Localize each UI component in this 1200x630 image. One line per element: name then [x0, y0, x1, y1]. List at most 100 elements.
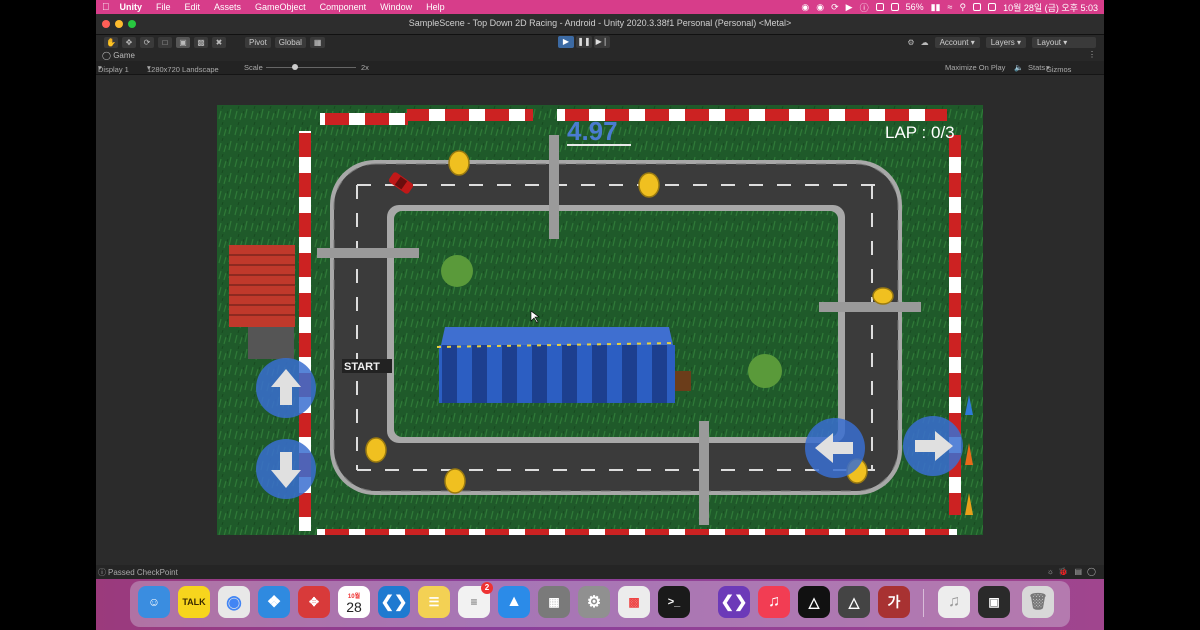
game-canvas[interactable]: START 4.97 LAP: 0/3 [217, 105, 983, 535]
keyboard-icon[interactable] [875, 3, 884, 11]
music-icon[interactable]: ♫ [758, 586, 790, 618]
transform-tool-icon[interactable]: ▩ [194, 37, 208, 48]
scale-slider-knob[interactable] [292, 64, 298, 70]
dictionary-icon[interactable]: 가 [878, 586, 910, 618]
pause-button[interactable]: ❚❚ [576, 36, 592, 48]
menu-window[interactable]: Window [380, 2, 412, 12]
scale-slider-track[interactable] [266, 67, 356, 68]
search-icon[interactable]: ⚲ [959, 2, 966, 13]
reminders-icon[interactable]: ≡ 2 [458, 582, 493, 618]
global-toggle[interactable]: Global [274, 37, 306, 48]
progress-icon: ☼ [1046, 567, 1054, 576]
resolution-label: 1280x720 Landscape [147, 65, 219, 74]
custom-tool-icon[interactable]: ✖ [212, 37, 226, 48]
hand-tool-icon[interactable]: ✋ [104, 37, 118, 48]
rect-tool-icon[interactable]: ▣ [176, 37, 190, 48]
menu-gameobject[interactable]: GameObject [255, 2, 306, 12]
wifi-icon[interactable]: ≈ [948, 2, 953, 12]
coin [365, 437, 387, 463]
game-tab[interactable]: ◯ Game [102, 51, 135, 60]
infield [394, 211, 838, 437]
tent [439, 345, 675, 403]
game-tab-bar: ◯ Game ⋮ [96, 50, 1104, 61]
resolution-dropdown[interactable]: 1280x720 Landscape ▾ [147, 63, 219, 74]
notification-icon[interactable] [988, 3, 997, 11]
finder-icon[interactable]: ☺ [138, 586, 170, 618]
unity-editor-icon[interactable]: △ [838, 586, 870, 618]
audio-file-icon[interactable]: ♫ [938, 586, 970, 618]
kakaotalk-icon[interactable]: TALK [178, 586, 210, 618]
unity-hub-icon[interactable]: △ [798, 586, 830, 618]
barrier [320, 113, 408, 125]
screenshot-thumbnail-icon[interactable]: ▣ [978, 586, 1010, 618]
sync-icon[interactable]: ⟳ [831, 2, 839, 13]
chrome-icon[interactable]: ◉ [218, 586, 250, 618]
account-dropdown[interactable]: Account ▾ [934, 37, 980, 48]
battery-icon[interactable]: ▮▮ [931, 2, 941, 13]
menu-edit[interactable]: Edit [185, 2, 201, 12]
display-dropdown[interactable]: Display 1 ▾ [98, 63, 129, 74]
record-icon[interactable]: ◉ [801, 2, 809, 13]
input-source-icon[interactable] [890, 3, 899, 11]
game-viewport: START 4.97 LAP: 0/3 [96, 75, 1104, 565]
info-icon[interactable]: ⓘ [860, 1, 869, 14]
barrier [407, 109, 533, 121]
up-button[interactable] [256, 358, 316, 418]
start-label: START [344, 361, 380, 373]
scale-tool-icon[interactable]: □ [158, 37, 172, 48]
play-button[interactable]: ▶ [558, 36, 574, 48]
grid-snap-icon[interactable]: ▦ [309, 37, 326, 48]
status-message[interactable]: Passed CheckPoint [108, 568, 178, 577]
menu-unity[interactable]: Unity [120, 2, 143, 12]
rotate-tool-icon[interactable]: ⟳ [140, 37, 154, 48]
info-status-icon: ⓘ [98, 568, 106, 577]
collab-icon[interactable]: ⚙ [907, 38, 914, 47]
vscode-icon[interactable]: ❮❯ [378, 586, 410, 618]
cloud-status-icon[interactable]: ◯ [1087, 567, 1096, 576]
terminal-icon[interactable]: >_ [658, 586, 690, 618]
visual-studio-icon[interactable]: ❮❯ [718, 586, 750, 618]
status-app-icon[interactable]: ◉ [816, 2, 824, 13]
coin [872, 287, 894, 305]
launchpad-icon[interactable]: ▩ [618, 586, 650, 618]
cloud-icon[interactable]: ☁ [921, 38, 929, 47]
gizmos-label: Gizmos [1046, 65, 1072, 74]
menu-file[interactable]: File [156, 2, 171, 12]
menu-clock[interactable]: 10월 28일 (금) 오후 5:03 [1003, 1, 1098, 14]
pivot-toggle[interactable]: Pivot [245, 37, 271, 48]
garage-door [248, 327, 294, 359]
menu-help[interactable]: Help [426, 2, 445, 12]
menu-component[interactable]: Component [320, 2, 367, 12]
unity-toolbar: ✋ ✥ ⟳ □ ▣ ▩ ✖ Pivot Global ▦ ▶ ❚❚ ▶❘ ⚙ ☁… [96, 35, 1104, 50]
move-tool-icon[interactable]: ✥ [122, 37, 136, 48]
maximize-on-play-toggle[interactable]: Maximize On Play [945, 63, 1005, 72]
layout-dropdown[interactable]: Layout ▾ [1032, 37, 1096, 48]
scale-label: Scale [244, 63, 263, 72]
control-center-icon[interactable] [973, 3, 982, 11]
debug-icon[interactable]: 🐞 [1058, 567, 1068, 576]
mute-audio-icon[interactable]: 🔈 [1014, 63, 1023, 72]
apple-menu-icon[interactable]:  [102, 2, 110, 13]
app-store-icon[interactable]: ▲ [498, 586, 530, 618]
desktop-background: ☺ TALK ◉ ❖ ✥ 10월 28 ❮❯ ☰ ≡ 2 ▲ ▦ ⚙ ▩ >_ ❮… [96, 579, 1104, 630]
safari-icon[interactable]: ❖ [258, 586, 290, 618]
remote-desktop-icon[interactable]: ✥ [298, 586, 330, 618]
step-button[interactable]: ▶❘ [594, 36, 610, 48]
trash-icon[interactable]: 🗑 [1022, 586, 1054, 618]
calculator-icon[interactable]: ▦ [538, 586, 570, 618]
left-button[interactable] [805, 418, 865, 478]
notes-icon[interactable]: ☰ [418, 586, 450, 618]
mac-menu-bar:  Unity File Edit Assets GameObject Comp… [96, 0, 1104, 14]
tab-menu-icon[interactable]: ⋮ [1088, 50, 1096, 59]
layers-dropdown[interactable]: Layers ▾ [985, 37, 1026, 48]
right-button[interactable] [903, 416, 963, 476]
down-button[interactable] [256, 439, 316, 499]
hangul-label: 가 [887, 594, 901, 610]
system-preferences-icon[interactable]: ⚙ [578, 586, 610, 618]
menu-assets[interactable]: Assets [214, 2, 241, 12]
layout-icon[interactable]: ▤ [1074, 567, 1082, 576]
lap-counter: LAP : 0/3 [885, 123, 955, 142]
calendar-icon[interactable]: 10월 28 [338, 586, 370, 618]
gizmos-dropdown[interactable]: Gizmos ▾ [1042, 63, 1071, 74]
play-circle-icon[interactable]: ▶ [846, 2, 853, 13]
